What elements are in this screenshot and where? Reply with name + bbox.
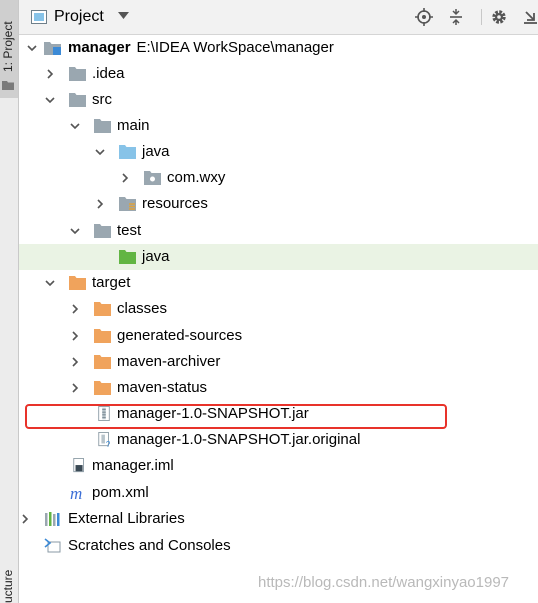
tree-label: manager.iml: [92, 457, 174, 474]
structure-tab-label[interactable]: ucture: [1, 556, 17, 603]
scratches-icon: [44, 538, 61, 553]
project-tab-label: 1: Project: [1, 21, 15, 72]
library-icon: [45, 512, 60, 526]
excluded-folder-icon: [69, 276, 86, 290]
tree-node-manager[interactable]: manager E:\IDEA WorkSpace\manager: [19, 35, 538, 61]
tree-node-idea[interactable]: .idea: [19, 61, 538, 87]
collapse-all-icon[interactable]: [447, 8, 465, 26]
tree-label: src: [92, 91, 112, 108]
panel-title[interactable]: Project: [54, 8, 104, 26]
chevron-down-icon[interactable]: [44, 277, 56, 289]
chevron-right-icon[interactable]: [69, 382, 81, 394]
tree-label: target: [92, 274, 131, 291]
toolbar-separator: [481, 9, 482, 25]
tree-label: generated-sources: [117, 327, 243, 344]
tree-node-external-libraries[interactable]: External Libraries: [19, 506, 538, 532]
maven-file-icon: m: [70, 485, 82, 500]
tree-node-pom[interactable]: m pom.xml: [19, 480, 538, 506]
module-path: E:\IDEA WorkSpace\manager: [136, 39, 334, 56]
tree-label: classes: [117, 300, 168, 317]
chevron-right-icon[interactable]: [69, 356, 81, 368]
chevron-down-icon[interactable]: [94, 146, 106, 158]
hide-icon[interactable]: [522, 8, 538, 26]
tree-label: External Libraries: [68, 510, 185, 527]
tree-label: main: [117, 117, 150, 134]
chevron-down-icon[interactable]: [44, 94, 56, 106]
project-panel-header: Project: [19, 0, 538, 35]
tree-node-package[interactable]: com.wxy: [19, 165, 538, 191]
tree-node-test[interactable]: test: [19, 218, 538, 244]
source-folder-icon: [119, 145, 136, 159]
watermark: https://blog.csdn.net/wangxinyao1997: [258, 574, 510, 591]
chevron-right-icon[interactable]: [19, 513, 31, 525]
tree-label: maven-status: [117, 379, 208, 396]
unknown-file-icon: ?: [98, 432, 111, 447]
chevron-down-icon[interactable]: [69, 120, 81, 132]
chevron-right-icon[interactable]: [119, 172, 131, 184]
folder-icon: [2, 81, 14, 90]
module-name: manager: [68, 39, 131, 56]
chevron-right-icon[interactable]: [69, 330, 81, 342]
folder-icon: [94, 224, 111, 238]
tree-node-scratches[interactable]: Scratches and Consoles: [19, 533, 538, 559]
chevron-down-icon[interactable]: [69, 225, 81, 237]
tree-node-maven-archiver[interactable]: maven-archiver: [19, 349, 538, 375]
tree-label: resources: [142, 195, 208, 212]
tree-label: test: [117, 222, 142, 239]
tree-node-generated-sources[interactable]: generated-sources: [19, 323, 538, 349]
folder-icon: [94, 119, 111, 133]
project-view-icon: [31, 10, 47, 24]
svg-text:m: m: [70, 485, 82, 500]
tree-node-test-java[interactable]: java: [19, 244, 538, 270]
excluded-folder-icon: [94, 381, 111, 395]
tree-node-src[interactable]: src: [19, 87, 538, 113]
chevron-right-icon[interactable]: [44, 68, 56, 80]
module-folder-icon: [44, 42, 61, 55]
tree-node-main[interactable]: main: [19, 113, 538, 139]
settings-icon[interactable]: [490, 8, 508, 26]
tree-node-maven-status[interactable]: maven-status: [19, 375, 538, 401]
tree-label: maven-archiver: [117, 353, 221, 370]
project-tool-tab[interactable]: 1: Project: [0, 0, 18, 98]
highlight-annotation: [25, 404, 447, 429]
tree-node-classes[interactable]: classes: [19, 296, 538, 322]
chevron-right-icon[interactable]: [94, 198, 106, 210]
tree-node-main-java[interactable]: java: [19, 139, 538, 165]
svg-text:?: ?: [106, 440, 111, 447]
tree-label: pom.xml: [92, 484, 149, 501]
tree-label: Scratches and Consoles: [68, 537, 231, 554]
chevron-right-icon[interactable]: [69, 303, 81, 315]
folder-icon: [69, 93, 86, 107]
excluded-folder-icon: [94, 329, 111, 343]
iml-file-icon: [73, 458, 84, 473]
excluded-folder-icon: [94, 355, 111, 369]
tree-node-iml[interactable]: manager.iml: [19, 453, 538, 479]
tool-window-stripe: 1: Project ucture: [0, 0, 19, 603]
folder-icon: [69, 67, 86, 81]
tree-node-target[interactable]: target: [19, 270, 538, 296]
tree-label: manager-1.0-SNAPSHOT.jar.original: [117, 431, 361, 448]
tree-node-jar-original[interactable]: ? manager-1.0-SNAPSHOT.jar.original: [19, 427, 538, 453]
tree-label: java: [142, 248, 170, 265]
tree-node-resources[interactable]: resources: [19, 191, 538, 217]
tree-label: .idea: [92, 65, 125, 82]
package-icon: [144, 171, 161, 185]
resources-folder-icon: [119, 197, 136, 211]
chevron-down-icon[interactable]: [118, 12, 129, 20]
tree-label: java: [142, 143, 170, 160]
tree-label: com.wxy: [167, 169, 226, 186]
excluded-folder-icon: [94, 302, 111, 316]
locate-icon[interactable]: [415, 8, 433, 26]
test-folder-icon: [119, 250, 136, 264]
chevron-down-icon[interactable]: [26, 42, 38, 54]
